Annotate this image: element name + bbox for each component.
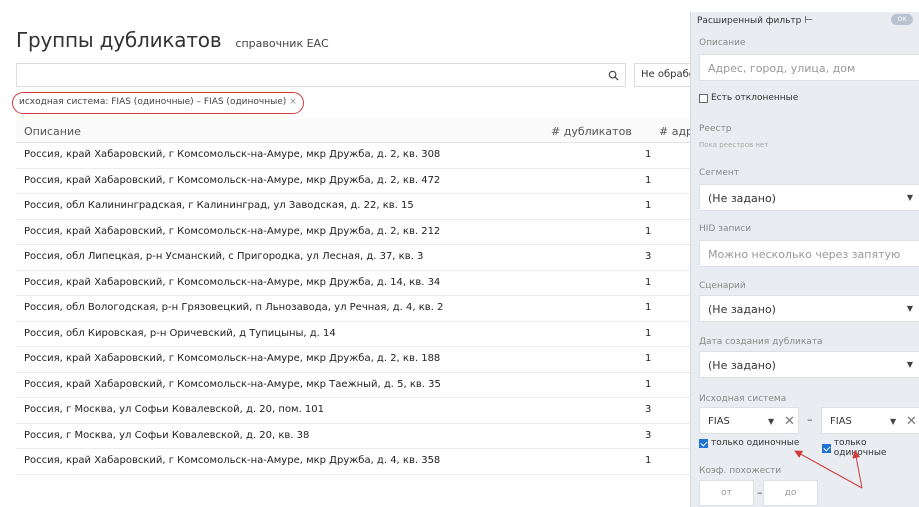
rejected-checkbox[interactable] (699, 93, 708, 103)
scenario-label: Сценарий (699, 281, 746, 291)
panel-title: Расширенный фильтр (697, 15, 802, 26)
row-count: 1 (645, 276, 652, 288)
description-label: Описание (699, 38, 746, 48)
extended-filter-panel: Расширенный фильтр ⊢ ОК Описание Адрес, … (690, 12, 919, 507)
page-header: Группы дубликатов справочник ЕАС (16, 28, 329, 62)
source-system-label: Исходная система (699, 394, 787, 404)
active-filter-chip[interactable]: исходная система: FIAS (одиночные) – FIA… (12, 92, 304, 114)
row-count: 3 (645, 429, 652, 441)
segment-select[interactable]: (Не задано) ▼ (699, 184, 919, 211)
source-to-value: FIAS (830, 416, 852, 427)
table-row[interactable]: Россия, обл Вологодская, р-н Грязовецкий… (16, 296, 696, 322)
search-button[interactable] (601, 63, 626, 87)
segment-value: (Не задано) (708, 192, 776, 205)
page-title: Группы дубликатов (16, 28, 222, 52)
rejected-checkbox-label: Есть отклоненные (711, 93, 799, 103)
only-single-from-label: только одиночные (711, 438, 800, 448)
table-row[interactable]: Россия, край Хабаровский, г Комсомольск-… (16, 347, 696, 373)
table-row[interactable]: Россия, край Хабаровский, г Комсомольск-… (16, 271, 696, 296)
pin-icon[interactable]: ⊢ (804, 15, 813, 26)
table-row[interactable]: Россия, обл Липецкая, р-н Усманский, с П… (16, 245, 696, 271)
table-row[interactable]: Россия, г Москва, ул Софьи Ковалевской, … (16, 398, 696, 424)
description-input[interactable]: Адрес, город, улица, дом (699, 54, 919, 81)
table-row[interactable]: Россия, край Хабаровский, г Комсомольск-… (16, 220, 696, 245)
close-icon[interactable]: × (289, 97, 297, 107)
rejected-checkbox-row[interactable]: Есть отклоненные (699, 93, 798, 103)
registry-hint: Пока реестров нет (699, 141, 769, 149)
row-count: 3 (645, 404, 652, 415)
row-count: 1 (645, 455, 652, 466)
table-row[interactable]: Россия, обл Кировская, р-н Оричевский, д… (16, 322, 696, 347)
panel-header: Расширенный фильтр ⊢ (697, 15, 813, 26)
row-count: 1 (645, 174, 652, 186)
table-row[interactable]: Россия, край Хабаровский, г Комсомольск-… (16, 373, 696, 398)
similarity-from-input[interactable]: от (699, 480, 754, 506)
row-description: Россия, край Хабаровский, г Комсомольск-… (24, 276, 441, 288)
created-date-value: (Не задано) (708, 359, 776, 372)
only-single-to-checkbox[interactable] (822, 443, 831, 453)
source-to-select[interactable]: FIAS ▼ ✕ (821, 407, 919, 434)
range-dash: – (807, 413, 813, 426)
only-single-to-row[interactable]: только одиночные (822, 438, 919, 458)
row-count: 3 (645, 251, 652, 262)
row-description: Россия, обл Вологодская, р-н Грязовецкий… (24, 302, 444, 313)
similarity-dash: – (757, 486, 763, 499)
table-row[interactable]: Россия, край Хабаровский, г Комсомольск-… (16, 169, 696, 194)
table-header: Описание # дубликатов # адре (16, 119, 700, 143)
close-icon[interactable]: ✕ (906, 414, 917, 429)
row-count: 1 (645, 225, 652, 237)
registry-label: Реестр (699, 124, 732, 134)
row-description: Россия, обл Калининградская, г Калинингр… (24, 200, 414, 211)
source-from-value: FIAS (708, 416, 730, 427)
row-count: 1 (645, 327, 652, 339)
row-description: Россия, край Хабаровский, г Комсомольск-… (24, 455, 441, 466)
created-date-label: Дата создания дубликата (699, 337, 823, 347)
row-description: Россия, обл Липецкая, р-н Усманский, с П… (24, 251, 424, 262)
search-input[interactable] (16, 63, 626, 87)
only-single-from-checkbox[interactable] (699, 438, 708, 448)
row-description: Россия, г Москва, ул Софьи Ковалевской, … (24, 429, 310, 441)
chevron-down-icon: ▼ (768, 417, 775, 426)
hid-label: HID записи (699, 224, 752, 234)
filter-chip-label: исходная система: FIAS (одиночные) – FIA… (19, 97, 287, 107)
row-description: Россия, край Хабаровский, г Комсомольск-… (24, 353, 441, 364)
chevron-down-icon: ▼ (906, 304, 913, 313)
row-description: Россия, г Москва, ул Софьи Ковалевской, … (24, 404, 325, 415)
row-description: Россия, край Хабаровский, г Комсомольск-… (24, 225, 441, 237)
similarity-to-input[interactable]: до (763, 480, 818, 506)
duplicates-table: Описание # дубликатов # адре Россия, кра… (16, 119, 700, 475)
row-count: 1 (645, 200, 652, 211)
segment-label: Сегмент (699, 168, 740, 178)
column-duplicates[interactable]: # дубликатов (551, 125, 632, 138)
similarity-label: Коэф. похожести (699, 466, 782, 476)
table-row[interactable]: Россия, г Москва, ул Софьи Ковалевской, … (16, 424, 696, 449)
row-description: Россия, край Хабаровский, г Комсомольск-… (24, 149, 441, 160)
page-subtitle: справочник ЕАС (235, 37, 329, 50)
search-icon (608, 70, 619, 81)
row-count: 1 (645, 353, 652, 364)
created-date-select[interactable]: (Не задано) ▼ (699, 351, 919, 378)
close-icon[interactable]: ✕ (784, 414, 795, 429)
chevron-down-icon: ▼ (906, 360, 913, 369)
chevron-down-icon: ▼ (906, 193, 913, 202)
table-row[interactable]: Россия, край Хабаровский, г Комсомольск-… (16, 449, 696, 475)
only-single-to-label: только одиночные (833, 438, 887, 458)
row-count: 1 (645, 302, 652, 313)
row-description: Россия, край Хабаровский, г Комсомольск-… (24, 174, 441, 186)
row-count: 1 (645, 149, 652, 160)
scenario-value: (Не задано) (708, 303, 776, 316)
scenario-select[interactable]: (Не задано) ▼ (699, 295, 919, 322)
row-description: Россия, обл Кировская, р-н Оричевский, д… (24, 327, 336, 339)
source-from-select[interactable]: FIAS ▼ ✕ (699, 407, 799, 434)
row-count: 1 (645, 378, 652, 390)
hid-input[interactable]: Можно несколько через запятую (699, 240, 919, 267)
only-single-from-row[interactable]: только одиночные (699, 438, 799, 448)
row-description: Россия, край Хабаровский, г Комсомольск-… (24, 378, 441, 390)
ok-button[interactable]: ОК (891, 14, 913, 25)
table-row[interactable]: Россия, обл Калининградская, г Калинингр… (16, 194, 696, 220)
chevron-down-icon: ▼ (890, 417, 897, 426)
column-description[interactable]: Описание (24, 125, 81, 138)
table-row[interactable]: Россия, край Хабаровский, г Комсомольск-… (16, 143, 696, 169)
